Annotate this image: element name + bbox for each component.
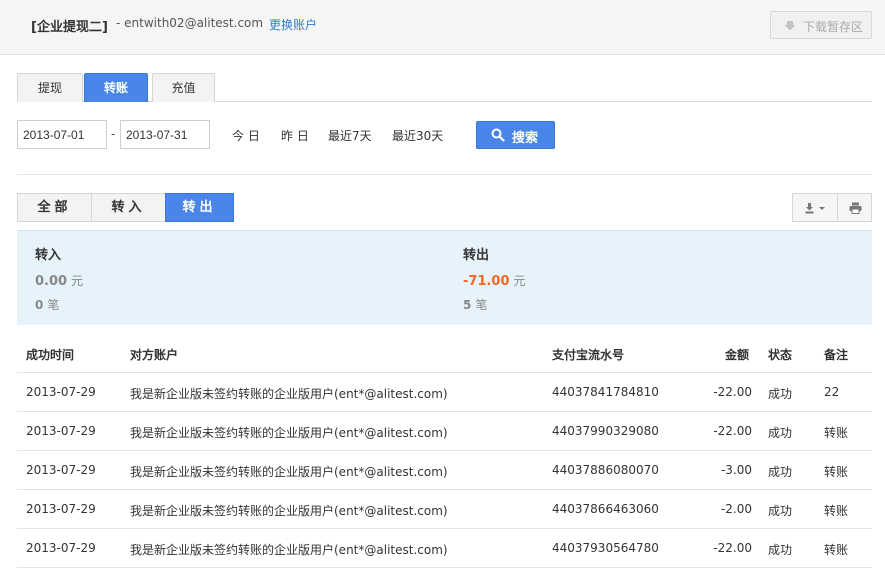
- summary-out-count: 5笔: [463, 298, 488, 312]
- cell-status: 成功: [768, 465, 793, 479]
- row-divider: [17, 489, 872, 490]
- account-header: [企业提现二] - entwith02@alitest.com 更换账户 下载暂…: [0, 0, 885, 55]
- column-header-time: 成功时间: [26, 348, 75, 362]
- range-30days-link[interactable]: 最近30天: [392, 127, 443, 144]
- cell-time: 2013-07-29: [26, 424, 96, 438]
- cell-time: 2013-07-29: [26, 463, 96, 477]
- download-staging-label: 下载暂存区: [803, 20, 864, 34]
- download-dropdown-button[interactable]: [792, 193, 838, 222]
- cell-counterparty: 我是新企业版未签约转账的企业版用户(ent*@alitest.com): [130, 465, 448, 479]
- account-email: - entwith02@alitest.com: [116, 16, 264, 30]
- cell-counterparty: 我是新企业版未签约转账的企业版用户(ent*@alitest.com): [130, 543, 448, 557]
- column-header-serial: 支付宝流水号: [552, 348, 625, 362]
- cell-time: 2013-07-29: [26, 385, 96, 399]
- range-today-link[interactable]: 今 日: [232, 127, 260, 144]
- cell-counterparty: 我是新企业版未签约转账的企业版用户(ent*@alitest.com): [130, 387, 448, 401]
- switch-account-link[interactable]: 更换账户: [269, 16, 317, 33]
- cell-serial[interactable]: 44037886080070: [552, 463, 659, 477]
- tab-withdraw[interactable]: 提现: [17, 73, 83, 102]
- summary-in-count: 0笔: [35, 298, 60, 312]
- cell-amount: -22.00: [713, 424, 752, 438]
- cell-amount: -3.00: [720, 463, 752, 477]
- cell-serial[interactable]: 44037990329080: [552, 424, 659, 438]
- account-name: [企业提现二]: [31, 20, 108, 35]
- range-7days-link[interactable]: 最近7天: [328, 127, 372, 144]
- column-header-note: 备注: [824, 348, 849, 362]
- cell-time: 2013-07-29: [26, 541, 96, 555]
- cell-serial[interactable]: 44037930564780: [552, 541, 659, 555]
- filter-out-button[interactable]: 转出: [165, 193, 234, 222]
- filter-in-button[interactable]: 转入: [91, 193, 166, 222]
- cell-amount: -22.00: [713, 385, 752, 399]
- cell-note: 转账: [824, 465, 849, 479]
- table-header-divider: [17, 372, 872, 373]
- cell-counterparty: 我是新企业版未签约转账的企业版用户(ent*@alitest.com): [130, 426, 448, 440]
- summary-in-label: 转入: [35, 248, 62, 263]
- download-icon: [784, 21, 796, 31]
- cell-note: 转账: [824, 426, 849, 440]
- row-divider: [17, 450, 872, 451]
- filter-all-button[interactable]: 全部: [17, 193, 92, 222]
- cell-serial[interactable]: 44037866463060: [552, 502, 659, 516]
- cell-serial[interactable]: 44037841784810: [552, 385, 659, 399]
- cell-note: 转账: [824, 543, 849, 557]
- range-yesterday-link[interactable]: 昨 日: [281, 127, 309, 144]
- column-header-status: 状态: [768, 348, 793, 362]
- summary-panel: 转入 0.00 元 0笔 转出 -71.00 元 5笔: [17, 230, 872, 325]
- cell-time: 2013-07-29: [26, 502, 96, 516]
- print-button[interactable]: [837, 193, 872, 222]
- cell-note: 22: [824, 385, 840, 399]
- summary-in-amount: 0.00 元: [35, 274, 84, 289]
- cell-status: 成功: [768, 387, 793, 401]
- date-separator: -: [111, 127, 116, 141]
- summary-out-amount: -71.00 元: [463, 274, 526, 289]
- summary-out-label: 转出: [463, 248, 490, 263]
- download-staging-button[interactable]: 下载暂存区: [770, 11, 872, 39]
- filter-divider: [17, 174, 872, 175]
- cell-note: 转账: [824, 504, 849, 518]
- cell-amount: -2.00: [720, 502, 752, 516]
- start-date-input[interactable]: [17, 120, 107, 149]
- row-divider: [17, 528, 872, 529]
- cell-amount: -22.00: [713, 541, 752, 555]
- row-divider: [17, 567, 872, 568]
- column-header-counterparty: 对方账户: [130, 348, 179, 362]
- cell-counterparty: 我是新企业版未签约转账的企业版用户(ent*@alitest.com): [130, 504, 448, 518]
- search-button[interactable]: 搜索: [476, 121, 555, 149]
- cell-status: 成功: [768, 504, 793, 518]
- cell-status: 成功: [768, 543, 793, 557]
- tab-recharge[interactable]: 充值: [152, 73, 215, 102]
- column-header-amount: 金额: [725, 348, 750, 362]
- search-label: 搜索: [512, 131, 539, 146]
- cell-status: 成功: [768, 426, 793, 440]
- search-icon: [491, 128, 505, 142]
- tab-transfer[interactable]: 转账: [84, 73, 148, 102]
- main-tabs: 提现 转账 充值: [17, 73, 872, 102]
- row-divider: [17, 411, 872, 412]
- download-icon: [805, 203, 825, 214]
- printer-icon: [849, 202, 862, 214]
- end-date-input[interactable]: [120, 120, 210, 149]
